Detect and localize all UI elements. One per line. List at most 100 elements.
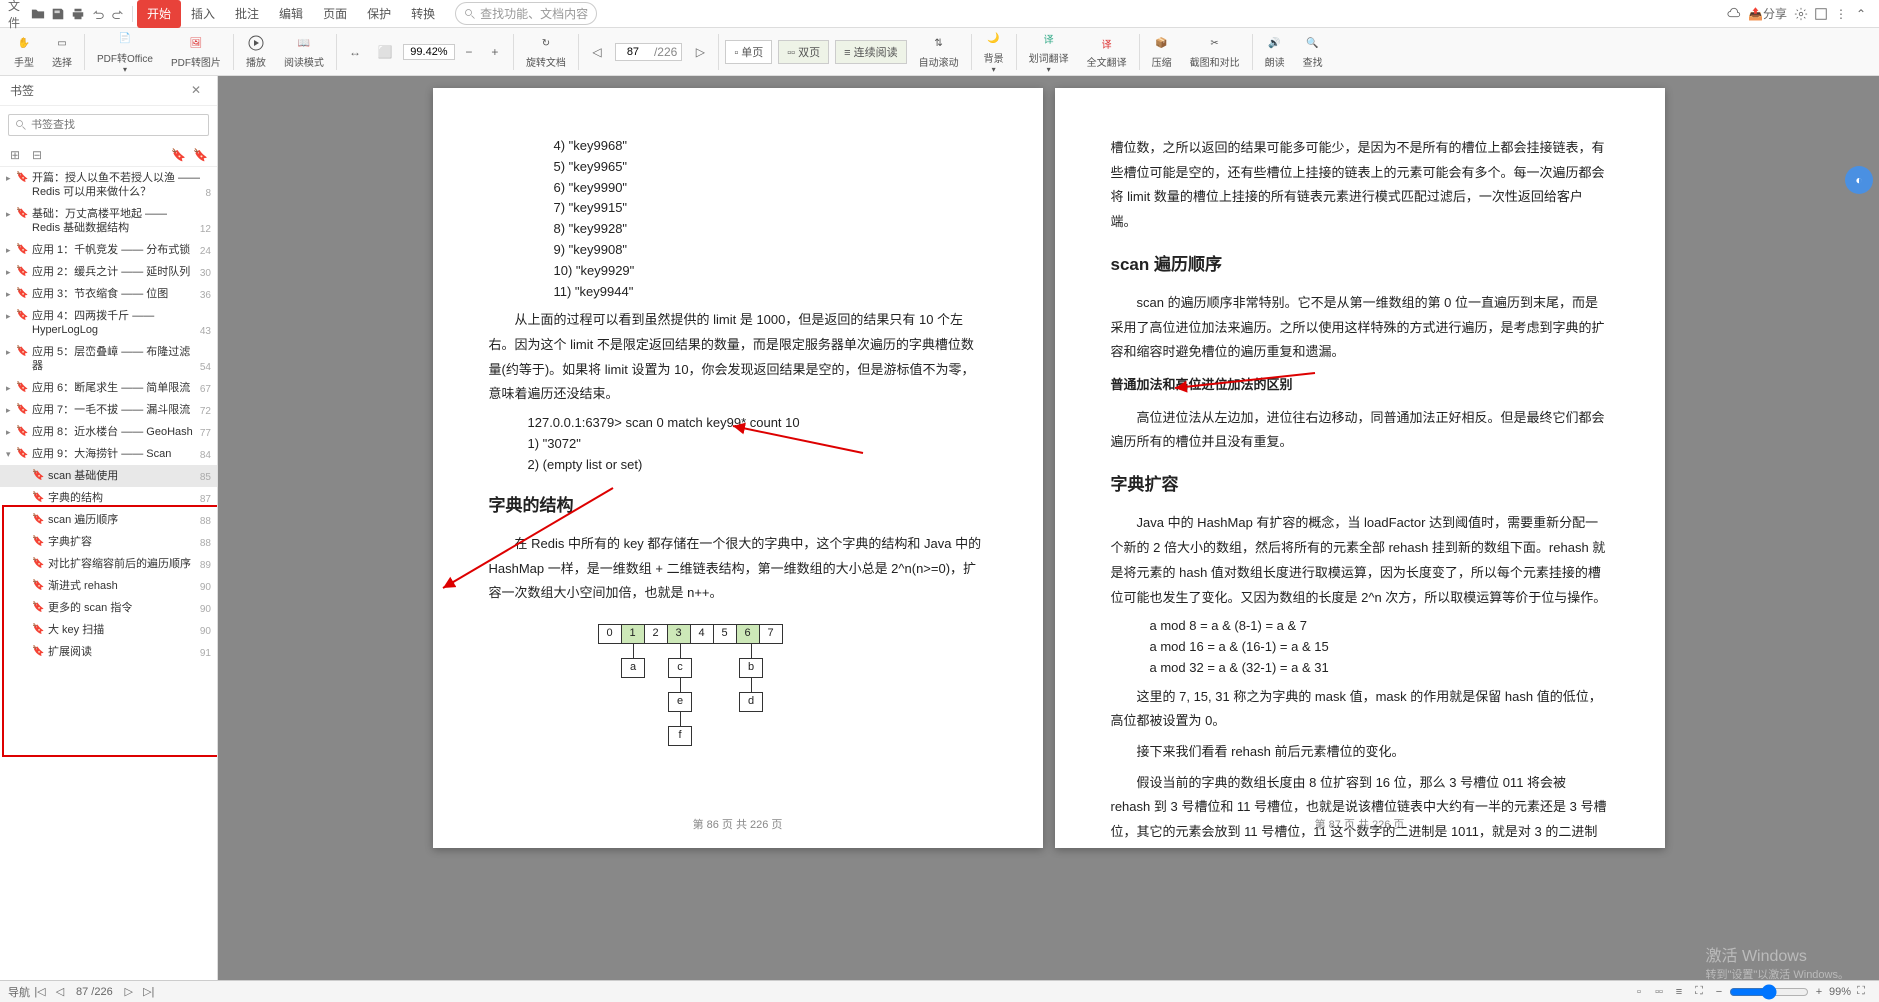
window-icon[interactable] (1811, 4, 1831, 24)
background-button[interactable]: 🌙背景▾ (978, 28, 1010, 76)
bookmark-item[interactable]: 🔖大 key 扫描90 (0, 619, 217, 641)
collapse-all-icon[interactable]: ⊟ (32, 148, 46, 162)
bookmark-icon[interactable]: 🔖 (171, 148, 185, 162)
double-page-button[interactable]: ▫▫ 双页 (778, 40, 829, 64)
layout2-icon[interactable]: ▫▫ (1649, 982, 1669, 1002)
zoom-value: 99% (1829, 986, 1851, 998)
redo-icon[interactable] (108, 4, 128, 24)
menu-3[interactable]: 编辑 (269, 0, 313, 28)
page-total: /226 (650, 45, 681, 59)
next-icon[interactable]: ▷ (119, 982, 139, 1002)
bookmark-item[interactable]: ▸🔖应用 7：一毛不拔 —— 漏斗限流72 (0, 399, 217, 421)
bookmark-item[interactable]: 🔖对比扩容缩容前后的遍历顺序89 (0, 553, 217, 575)
play-button[interactable]: 播放 (240, 32, 272, 71)
page-footer: 第 87 页 共 226 页 (1055, 815, 1665, 836)
rotate-button[interactable]: ↻旋转文档 (520, 32, 572, 71)
page-footer: 第 86 页 共 226 页 (433, 815, 1043, 836)
bookmark-item[interactable]: 🔖字典的结构87 (0, 487, 217, 509)
word-translate-button[interactable]: 译划词翻译▾ (1023, 28, 1075, 76)
page-left: 4) "key9968"5) "key9965"6) "key9990"7) "… (433, 88, 1043, 848)
menu-5[interactable]: 保护 (357, 0, 401, 28)
bookmark-item[interactable]: 🔖更多的 scan 指令90 (0, 597, 217, 619)
expand-all-icon[interactable]: ⊞ (10, 148, 24, 162)
zoom-in-icon[interactable]: + (483, 40, 507, 64)
bookmark-item[interactable]: 🔖scan 基础使用85 (0, 465, 217, 487)
fit-page-icon[interactable]: ⬜ (373, 40, 397, 64)
menu-6[interactable]: 转换 (401, 0, 445, 28)
bookmark-item[interactable]: ▸🔖应用 8：近水楼台 —— GeoHash77 (0, 421, 217, 443)
layout1-icon[interactable]: ▫ (1629, 982, 1649, 1002)
hand-tool[interactable]: ✋手型 (8, 32, 40, 71)
last-page-icon[interactable]: ▷| (139, 982, 159, 1002)
menu-0[interactable]: 开始 (137, 0, 181, 28)
bookmark-item[interactable]: ▸🔖基础：万丈高楼平地起 —— Redis 基础数据结构12 (0, 203, 217, 239)
page-input[interactable] (616, 44, 650, 60)
menu-1[interactable]: 插入 (181, 0, 225, 28)
sidebar-title: 书签 (10, 82, 34, 99)
float-button[interactable]: ◐ (1845, 166, 1873, 194)
open-icon[interactable] (28, 4, 48, 24)
continuous-button[interactable]: ≡ 连续阅读 (835, 40, 906, 64)
menu-icon[interactable]: 文件 (8, 4, 28, 24)
find-button[interactable]: 🔍查找 (1297, 32, 1329, 71)
chevron-icon[interactable]: ⌃ (1851, 4, 1871, 24)
zoom-in-status-icon[interactable]: + (1809, 982, 1829, 1002)
next-page-icon[interactable]: ▷ (688, 40, 712, 64)
bookmark-search[interactable] (8, 114, 209, 136)
nav-label: 导航 (8, 984, 30, 1000)
zoom-slider[interactable] (1729, 984, 1809, 1000)
crop-button[interactable]: ✂截图和对比 (1184, 32, 1246, 71)
fit-icon[interactable]: ⛶ (1689, 982, 1709, 1002)
gear-icon[interactable] (1791, 4, 1811, 24)
more-icon[interactable]: ⋮ (1831, 4, 1851, 24)
paragraph: 槽位数，之所以返回的结果可能多可能少，是因为不是所有的槽位上都会挂接链表，有些槽… (1111, 136, 1609, 235)
bookmark-item[interactable]: ▸🔖应用 1：千帆竞发 —— 分布式锁24 (0, 239, 217, 261)
bookmark-item[interactable]: 🔖scan 遍历顺序88 (0, 509, 217, 531)
bookmark-item[interactable]: 🔖扩展阅读91 (0, 641, 217, 663)
bookmark-item[interactable]: 🔖字典扩容88 (0, 531, 217, 553)
heading: scan 遍历顺序 (1111, 249, 1609, 281)
zoom-input[interactable] (403, 44, 455, 60)
print-icon[interactable] (68, 4, 88, 24)
zoom-out-icon[interactable]: − (457, 40, 481, 64)
pdf2pic-button[interactable]: 🖼PDF转图片 (165, 32, 227, 71)
prev-page-icon[interactable]: ◁ (585, 40, 609, 64)
paragraph: Java 中的 HashMap 有扩容的概念，当 loadFactor 达到阈值… (1111, 511, 1609, 610)
save-icon[interactable] (48, 4, 68, 24)
menu-2[interactable]: 批注 (225, 0, 269, 28)
fit-width-icon[interactable]: ↔ (343, 40, 367, 64)
read-aloud-button[interactable]: 🔊朗读 (1259, 32, 1291, 71)
bookmark-item[interactable]: ▸🔖应用 6：断尾求生 —— 简单限流67 (0, 377, 217, 399)
first-page-icon[interactable]: |◁ (30, 982, 50, 1002)
layout3-icon[interactable]: ≡ (1669, 982, 1689, 1002)
compress-button[interactable]: 📦压缩 (1146, 32, 1178, 71)
bookmark-item[interactable]: ▸🔖应用 4：四两拨千斤 —— HyperLogLog43 (0, 305, 217, 341)
readmode-button[interactable]: 📖阅读模式 (278, 32, 330, 71)
full-translate-button[interactable]: 译全文翻译 (1081, 32, 1133, 71)
heading: 字典扩容 (1111, 469, 1609, 501)
share-icon[interactable]: 📤分享 (1744, 4, 1791, 24)
paragraph: 从上面的过程可以看到虽然提供的 limit 是 1000，但是返回的结果只有 1… (489, 308, 987, 407)
menu-4[interactable]: 页面 (313, 0, 357, 28)
bookmark-item[interactable]: ▸🔖应用 3：节衣缩食 —— 位图36 (0, 283, 217, 305)
select-tool[interactable]: ▭选择 (46, 32, 78, 71)
bookmark-item[interactable]: ▸🔖应用 2：缓兵之计 —— 延时队列30 (0, 261, 217, 283)
bookmark-item[interactable]: ▸🔖开篇：授人以鱼不若授人以渔 —— Redis 可以用来做什么？8 (0, 167, 217, 203)
fullscreen-icon[interactable]: ⛶ (1851, 982, 1871, 1002)
single-page-button[interactable]: ▫ 单页 (725, 40, 772, 64)
cloud-icon[interactable] (1724, 4, 1744, 24)
autoscroll-button[interactable]: ⇅自动滚动 (913, 32, 965, 71)
bookmark-item[interactable]: ▾🔖应用 9：大海捞针 —— Scan84 (0, 443, 217, 465)
bookmark2-icon[interactable]: 🔖 (193, 148, 207, 162)
search-box[interactable]: 查找功能、文档内容 (455, 2, 597, 25)
paragraph: 假设当前的字典的数组长度由 8 位扩容到 16 位，那么 3 号槽位 011 将… (1111, 771, 1609, 848)
prev-icon[interactable]: ◁ (50, 982, 70, 1002)
paragraph: 高位进位法从左边加，进位往右边移动，同普通加法正好相反。但是最终它们都会遍历所有… (1111, 406, 1609, 455)
bookmark-item[interactable]: 🔖渐进式 rehash90 (0, 575, 217, 597)
zoom-out-status-icon[interactable]: − (1709, 982, 1729, 1002)
bookmark-item[interactable]: ▸🔖应用 5：层峦叠嶂 —— 布隆过滤器54 (0, 341, 217, 377)
pdf2office-button[interactable]: 📄PDF转Office▾ (91, 28, 159, 76)
undo-icon[interactable] (88, 4, 108, 24)
close-icon[interactable]: ✕ (191, 83, 207, 99)
paragraph: 这里的 7, 15, 31 称之为字典的 mask 值，mask 的作用就是保留… (1111, 685, 1609, 734)
